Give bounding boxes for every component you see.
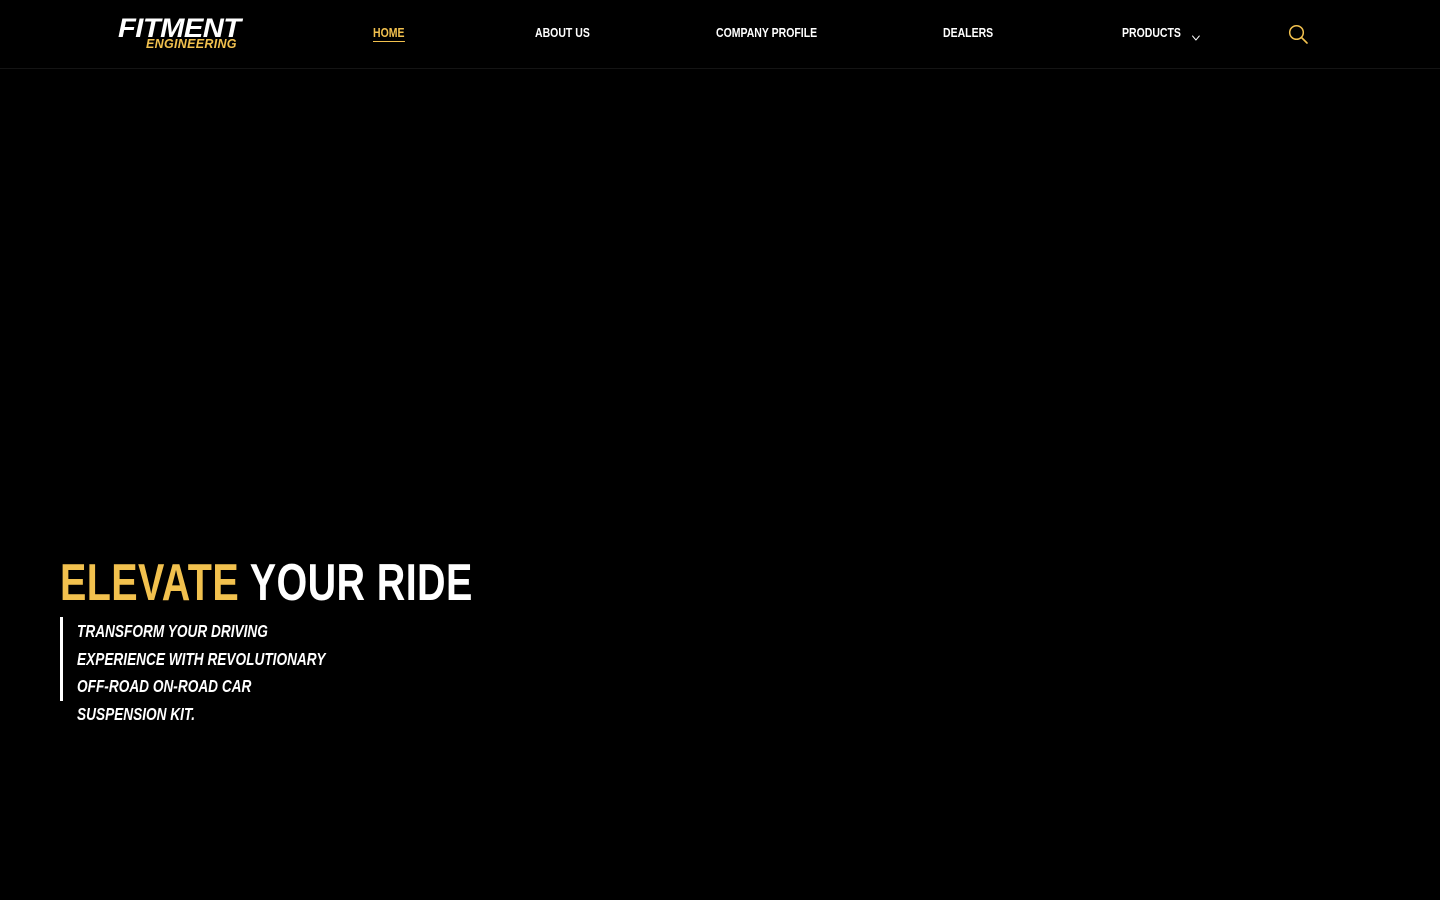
nav-item-dealers[interactable]: DEALERS [943,24,993,44]
nav-item-label: COMPANY PROFILE [716,26,818,40]
hero-section: ELEVATE YOUR RIDE TRANSFORM YOUR DRIVING… [0,70,1440,900]
brand-logo[interactable]: FITMENT ENGINEERING [118,13,284,54]
hero-title-rest: YOUR RIDE [249,554,473,612]
hero-title: ELEVATE YOUR RIDE [60,552,473,614]
logo-tagline: ENGINEERING [146,37,237,51]
nav-item-products[interactable]: PRODUCTS [1122,24,1200,44]
nav-item-label: HOME [373,26,405,42]
nav-item-label: ABOUT US [535,26,590,40]
hero-subtitle-block: TRANSFORM YOUR DRIVING EXPERIENCE WITH R… [60,617,400,724]
nav-item-home[interactable]: HOME [373,24,405,44]
site-header: FITMENT ENGINEERING HOME ABOUT US COMPAN… [0,0,1440,69]
hero-title-accent: ELEVATE [60,554,240,612]
chevron-down-icon [1191,29,1200,41]
nav-item-company-profile[interactable]: COMPANY PROFILE [716,24,817,44]
nav-item-label: DEALERS [943,26,994,40]
hero-subtitle: TRANSFORM YOUR DRIVING EXPERIENCE WITH R… [77,621,326,724]
nav-item-label: PRODUCTS [1122,26,1181,40]
search-icon[interactable] [1286,22,1310,46]
nav-item-about-us[interactable]: ABOUT US [535,24,590,44]
